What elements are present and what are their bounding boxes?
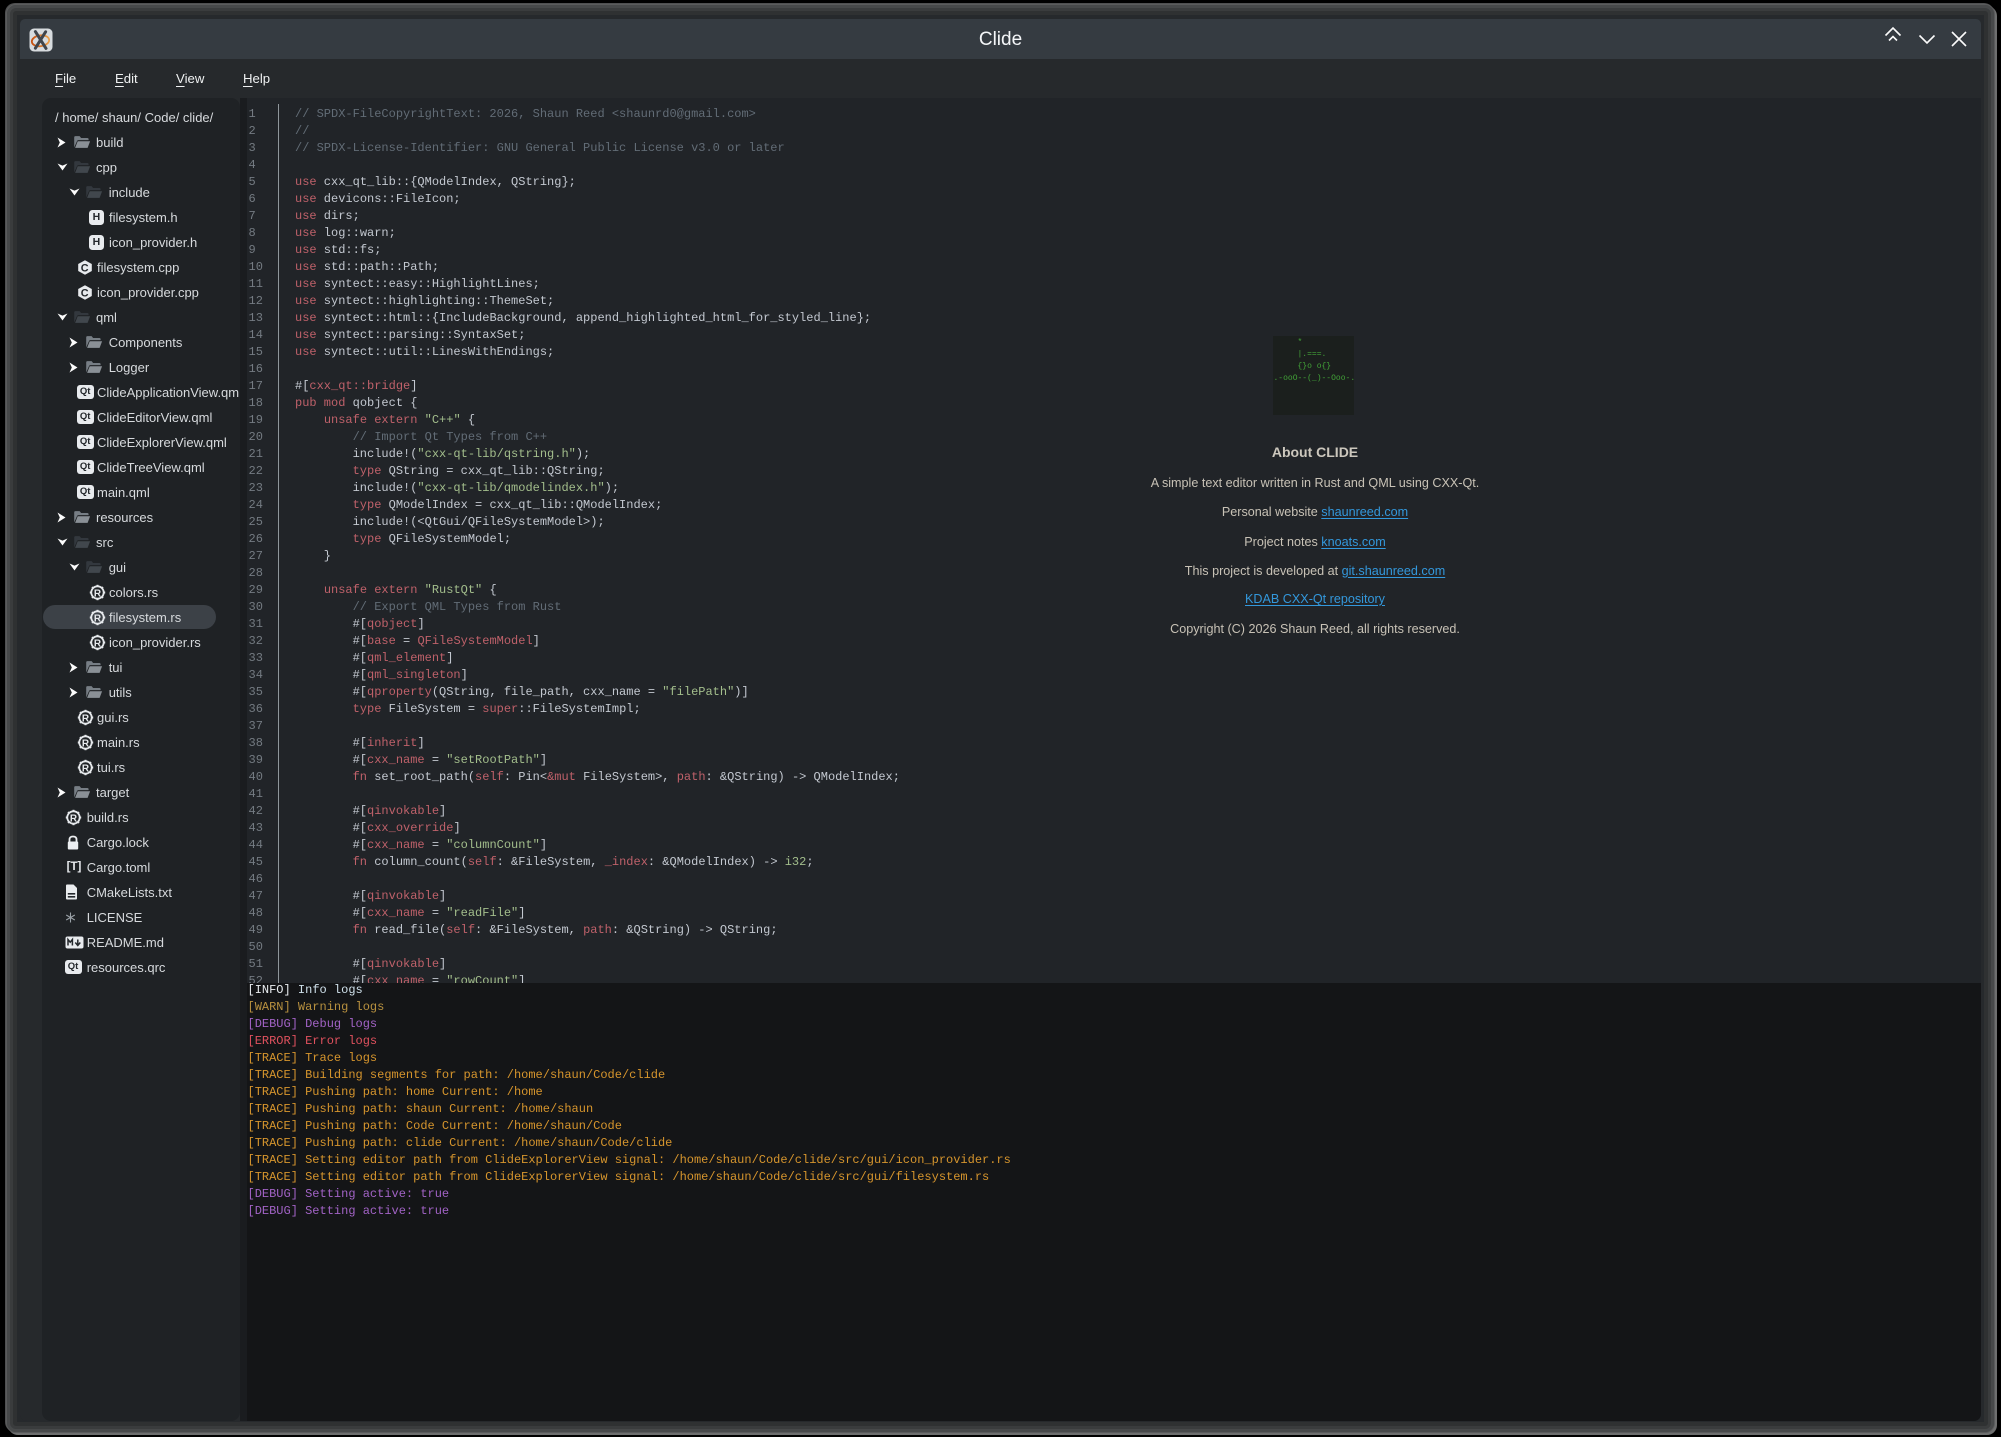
svg-text:R: R	[82, 738, 90, 749]
svg-text:R: R	[82, 763, 90, 774]
svg-text:C: C	[80, 287, 88, 299]
svg-text:R: R	[94, 588, 102, 599]
svg-text:C: C	[80, 262, 88, 274]
svg-text:R: R	[69, 813, 77, 824]
svg-text:R: R	[94, 613, 102, 624]
svg-text:R: R	[94, 638, 102, 649]
svg-text:R: R	[82, 713, 90, 724]
